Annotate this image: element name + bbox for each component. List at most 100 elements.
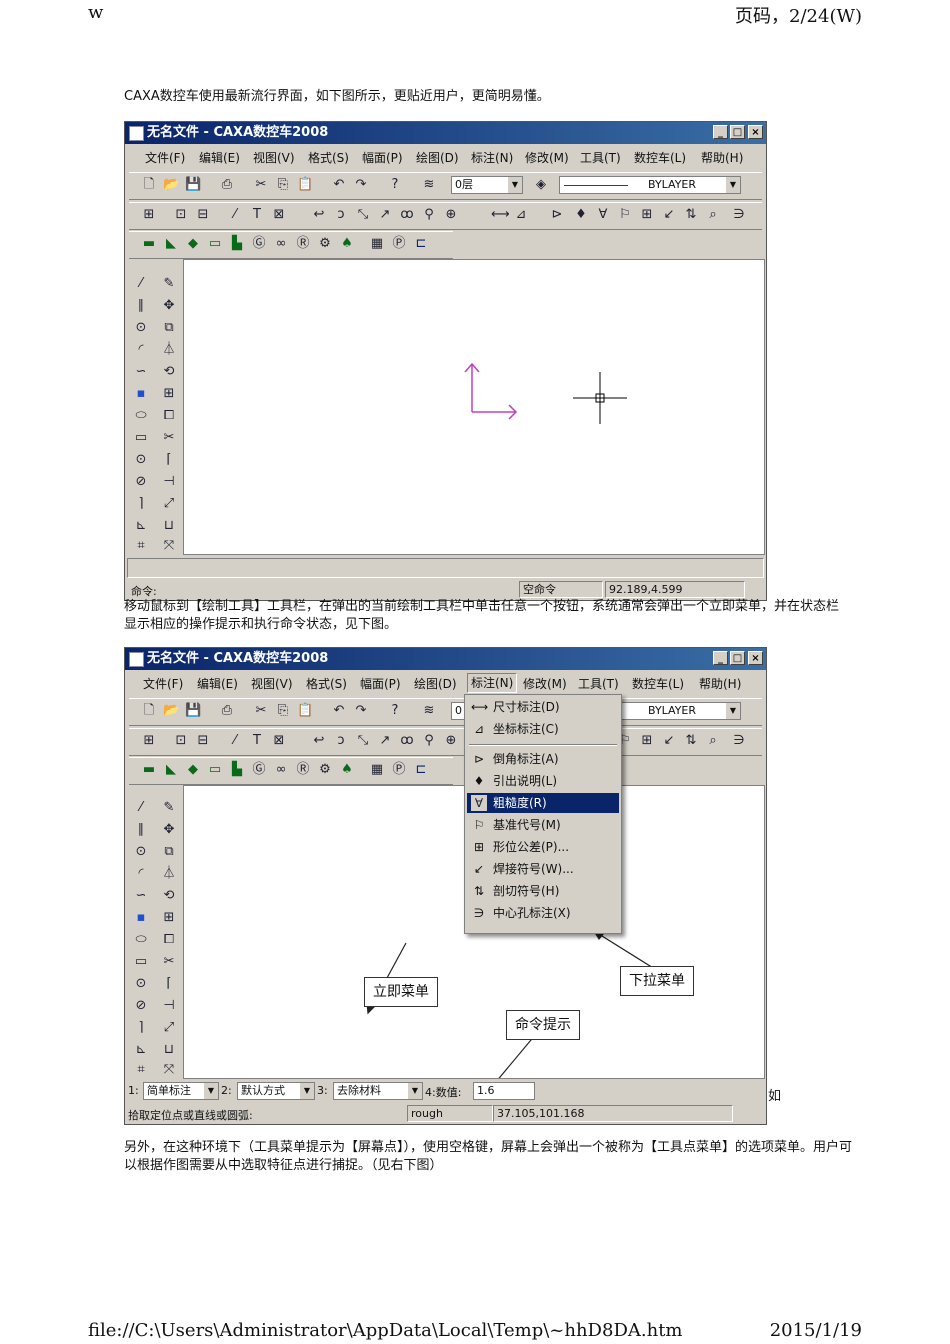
array-icon[interactable]: ⊞ xyxy=(161,910,177,926)
menu-format[interactable]: 格式(S) xyxy=(306,675,347,692)
minimize-button[interactable]: _ xyxy=(713,651,728,665)
close-button[interactable]: × xyxy=(748,651,763,665)
menu-item-chamfer[interactable]: ⊳ 倒角标注(A) xyxy=(467,749,619,769)
annotation-mode-select[interactable]: 简单标注 ▼ xyxy=(143,1082,219,1100)
break-icon[interactable]: ⤢ xyxy=(161,1020,177,1036)
paste-icon[interactable]: 📋 xyxy=(297,703,313,719)
new-file-icon[interactable]: 🗋 xyxy=(141,177,157,193)
menu-sheet[interactable]: 幅面(P) xyxy=(362,149,403,166)
cnc-tool-9-icon[interactable]: ⚙ xyxy=(317,236,333,252)
cnc-tool-11-icon[interactable]: ▦ xyxy=(369,762,385,778)
linetype-select[interactable]: BYLAYER ▼ xyxy=(559,176,741,194)
cnc-tool-10-icon[interactable]: ♠ xyxy=(339,236,355,252)
hatch-icon[interactable]: ⌉ xyxy=(133,1020,149,1036)
color-icon[interactable]: ◈ xyxy=(533,177,549,193)
menu-tools[interactable]: 工具(T) xyxy=(580,149,621,166)
menu-tools[interactable]: 工具(T) xyxy=(578,675,619,692)
rectangle-icon[interactable]: ▭ xyxy=(133,954,149,970)
menu-item-leader[interactable]: ♦ 引出说明(L) xyxy=(467,771,619,791)
scale-icon[interactable]: ⧠ xyxy=(161,932,177,948)
cnc-tool-4-icon[interactable]: ▭ xyxy=(207,762,223,778)
copy-shape-icon[interactable]: ⧉ xyxy=(161,320,177,336)
menu-modify[interactable]: 修改(M) xyxy=(523,675,567,692)
cnc-tool-8-icon[interactable]: Ⓡ xyxy=(295,236,311,252)
query-icon[interactable]: ⁄ xyxy=(227,207,243,223)
drawing-canvas[interactable] xyxy=(183,259,765,555)
leader-icon[interactable]: ♦ xyxy=(573,207,589,223)
mirror-icon[interactable]: ⏃ xyxy=(161,342,177,358)
paste-icon[interactable]: 📋 xyxy=(297,177,313,193)
cnc-tool-12-icon[interactable]: Ⓟ xyxy=(391,236,407,252)
zoom-all-icon[interactable]: ⊟ xyxy=(195,733,211,749)
text-icon[interactable]: T xyxy=(249,207,265,223)
fillet-icon[interactable]: ⌈ xyxy=(161,452,177,468)
layer-icon[interactable]: ≋ xyxy=(421,703,437,719)
tool-a-icon[interactable]: ↩ xyxy=(311,733,327,749)
ellipse-icon[interactable]: ⬭ xyxy=(133,932,149,948)
tolerance-icon[interactable]: ⊞ xyxy=(639,733,655,749)
tolerance-icon[interactable]: ⊞ xyxy=(639,207,655,223)
coordinate-dim-icon[interactable]: ⊿ xyxy=(513,207,529,223)
save-icon[interactable]: 💾 xyxy=(185,703,201,719)
menu-item-roughness[interactable]: ∀ 粗糙度(R) xyxy=(467,793,619,813)
copy-shape-icon[interactable]: ⧉ xyxy=(161,844,177,860)
menu-item-section[interactable]: ⇅ 剖切符号(H) xyxy=(467,881,619,901)
print-icon[interactable]: ⎙ xyxy=(219,703,235,719)
tool-b-icon[interactable]: ↄ xyxy=(333,207,349,223)
menu-modify[interactable]: 修改(M) xyxy=(525,149,569,166)
undo-icon[interactable]: ↶ xyxy=(331,703,347,719)
print-icon[interactable]: ⎙ xyxy=(219,177,235,193)
help-icon[interactable]: ? xyxy=(387,703,403,719)
rectangle-icon[interactable]: ▭ xyxy=(133,430,149,446)
datum-icon[interactable]: ⚐ xyxy=(617,207,633,223)
line-icon[interactable]: ⁄ xyxy=(133,276,149,292)
cnc-tool-3-icon[interactable]: ◆ xyxy=(185,762,201,778)
chamfer-dim-icon[interactable]: ⊳ xyxy=(549,207,565,223)
layer-select[interactable]: 0层 ▼ xyxy=(451,176,523,194)
fillet-icon[interactable]: ⌈ xyxy=(161,976,177,992)
extend-icon[interactable]: ⊣ xyxy=(161,998,177,1014)
menu-annotate-open[interactable]: 标注(N) xyxy=(467,673,518,693)
section-icon[interactable]: ⇅ xyxy=(683,733,699,749)
cnc-tool-8-icon[interactable]: Ⓡ xyxy=(295,762,311,778)
tool-e-icon[interactable]: ꝏ xyxy=(399,207,415,223)
point-icon[interactable]: ▪ xyxy=(133,910,149,926)
polygon-icon[interactable]: ⊙ xyxy=(133,452,149,468)
save-icon[interactable]: 💾 xyxy=(185,177,201,193)
redraw-icon[interactable]: ⊞ xyxy=(141,207,157,223)
move-icon[interactable]: ✥ xyxy=(161,822,177,838)
arc-icon[interactable]: ◜ xyxy=(133,866,149,882)
menu-item-weld[interactable]: ↙ 焊接符号(W)... xyxy=(467,859,619,879)
tool-c-icon[interactable]: ⤡ xyxy=(355,733,371,749)
zoom-window-icon[interactable]: ⊡ xyxy=(173,207,189,223)
hatch-icon[interactable]: ⌉ xyxy=(133,496,149,512)
trim-icon[interactable]: ✂ xyxy=(161,954,177,970)
section-icon[interactable]: ⇅ xyxy=(683,207,699,223)
tool-d-icon[interactable]: ↗ xyxy=(377,733,393,749)
centerline-icon[interactable]: ⊾ xyxy=(133,518,149,534)
cnc-tool-7-icon[interactable]: ∞ xyxy=(273,762,289,778)
menu-view[interactable]: 视图(V) xyxy=(253,149,295,166)
query-icon[interactable]: ⁄ xyxy=(227,733,243,749)
tool-f-icon[interactable]: ⚲ xyxy=(421,733,437,749)
tool-a-icon[interactable]: ↩ xyxy=(311,207,327,223)
cnc-tool-6-icon[interactable]: Ⓖ xyxy=(251,236,267,252)
redo-icon[interactable]: ↷ xyxy=(353,177,369,193)
stretch-icon[interactable]: ⊔ xyxy=(161,1042,177,1058)
menu-item-tolerance[interactable]: ⊞ 形位公差(P)... xyxy=(467,837,619,857)
cnc-tool-5-icon[interactable]: ▙ xyxy=(229,236,245,252)
cnc-tool-2-icon[interactable]: ◣ xyxy=(163,762,179,778)
menu-annotate[interactable]: 标注(N) xyxy=(471,149,513,166)
view-icon[interactable]: ⌕ xyxy=(705,733,721,749)
equidistant-icon[interactable]: ⊘ xyxy=(133,998,149,1014)
menu-file[interactable]: 文件(F) xyxy=(143,675,183,692)
cnc-tool-3-icon[interactable]: ◆ xyxy=(185,236,201,252)
more-edit-icon[interactable]: ⤧ xyxy=(161,1062,177,1078)
cnc-tool-1-icon[interactable]: ▬ xyxy=(141,236,157,252)
edit-pencil-icon[interactable]: ✎ xyxy=(161,800,177,816)
break-icon[interactable]: ⤢ xyxy=(161,496,177,512)
mirror-icon[interactable]: ⏃ xyxy=(161,866,177,882)
maximize-button[interactable]: □ xyxy=(730,125,745,139)
redo-icon[interactable]: ↷ xyxy=(353,703,369,719)
view-icon[interactable]: ⌕ xyxy=(705,207,721,223)
